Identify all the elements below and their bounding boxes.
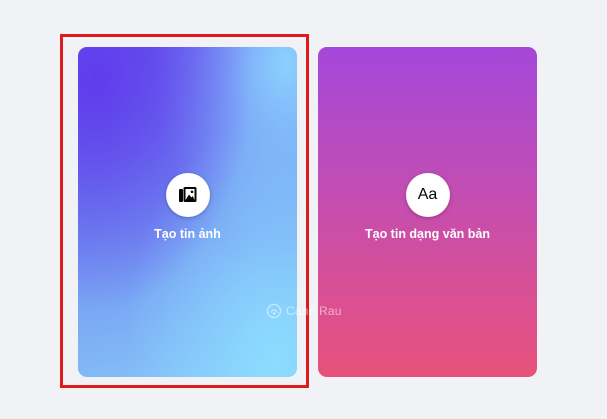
watermark-text: Canh Rau [286, 304, 342, 318]
photo-gallery-icon [178, 187, 196, 202]
create-photo-story-card[interactable]: Tạo tin ảnh [78, 47, 297, 377]
watermark: Canh Rau [266, 303, 342, 319]
text-icon-button: Aa [405, 173, 450, 217]
create-text-story-card[interactable]: Aa Tạo tin dạng văn bản [318, 47, 537, 377]
photo-icon-button [165, 173, 210, 217]
create-photo-story-label: Tạo tin ảnh [154, 227, 221, 241]
create-text-story-label: Tạo tin dạng văn bản [364, 227, 490, 241]
text-aa-icon: Aa [417, 186, 438, 203]
watermark-logo-icon [266, 303, 282, 319]
